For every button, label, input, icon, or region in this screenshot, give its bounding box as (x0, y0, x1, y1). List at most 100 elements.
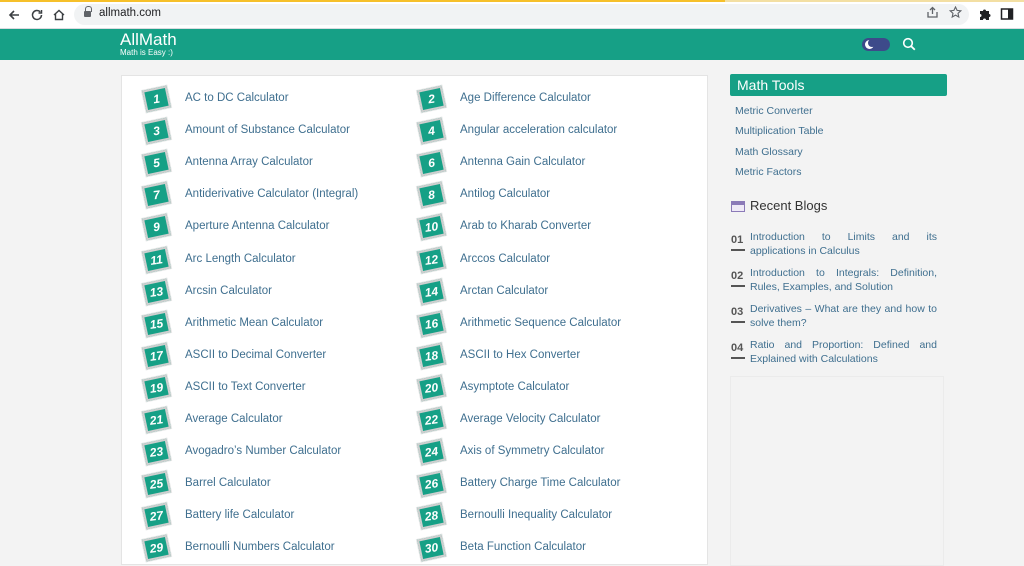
calculator-label[interactable]: Average Calculator (185, 413, 283, 425)
number-badge: 18 (416, 342, 447, 370)
calculator-label[interactable]: ASCII to Decimal Converter (185, 349, 326, 361)
calculator-link-28[interactable]: 28 Bernoulli Inequality Calculator (416, 502, 676, 530)
calculator-label[interactable]: Avogadro’s Number Calculator (185, 445, 341, 457)
blog-title-link[interactable]: Introduction to Integrals: Definition, R… (750, 266, 937, 294)
calculator-link-23[interactable]: 23 Avogadro’s Number Calculator (141, 438, 401, 466)
calculator-label[interactable]: Bernoulli Numbers Calculator (185, 541, 335, 553)
calculator-link-29[interactable]: 29 Bernoulli Numbers Calculator (141, 534, 401, 562)
calculator-label[interactable]: Arab to Kharab Converter (460, 220, 591, 232)
calculator-link-11[interactable]: 11 Arc Length Calculator (141, 246, 401, 274)
calculator-link-10[interactable]: 10 Arab to Kharab Converter (416, 213, 676, 241)
ad-placeholder (730, 376, 944, 566)
calculator-link-24[interactable]: 24 Axis of Symmetry Calculator (416, 438, 676, 466)
calculator-link-17[interactable]: 17 ASCII to Decimal Converter (141, 342, 401, 370)
calculator-link-14[interactable]: 14 Arctan Calculator (416, 278, 676, 306)
calculator-label[interactable]: Antenna Array Calculator (185, 156, 313, 168)
extensions-puzzle-icon[interactable] (978, 7, 992, 21)
number-badge: 5 (141, 149, 172, 177)
tool-link-math-glossary[interactable]: Math Glossary (735, 146, 803, 158)
search-icon[interactable] (902, 37, 916, 51)
share-icon[interactable] (926, 6, 939, 22)
blog-title-link[interactable]: Introduction to Limits and its applicati… (750, 230, 937, 258)
calculator-link-7[interactable]: 7 Antiderivative Calculator (Integral) (141, 181, 401, 209)
calculator-link-30[interactable]: 30 Beta Function Calculator (416, 534, 676, 562)
calculator-link-8[interactable]: 8 Antilog Calculator (416, 181, 676, 209)
calculator-label[interactable]: Asymptote Calculator (460, 381, 569, 393)
calculator-link-15[interactable]: 15 Arithmetic Mean Calculator (141, 310, 401, 338)
calculator-link-16[interactable]: 16 Arithmetic Sequence Calculator (416, 310, 676, 338)
blog-item[interactable]: 03 Derivatives – What are they and how t… (731, 302, 937, 332)
calculator-link-6[interactable]: 6 Antenna Gain Calculator (416, 149, 676, 177)
reload-icon[interactable] (28, 6, 46, 24)
number-badge: 24 (416, 438, 447, 466)
number-badge: 16 (416, 310, 447, 338)
calculator-link-20[interactable]: 20 Asymptote Calculator (416, 374, 676, 402)
calculator-link-13[interactable]: 13 Arcsin Calculator (141, 278, 401, 306)
home-icon[interactable] (50, 6, 68, 24)
calculator-link-26[interactable]: 26 Battery Charge Time Calculator (416, 470, 676, 498)
calculator-link-12[interactable]: 12 Arccos Calculator (416, 246, 676, 274)
calculator-label[interactable]: Beta Function Calculator (460, 541, 586, 553)
side-panel-icon[interactable] (1000, 7, 1014, 21)
calculator-link-3[interactable]: 3 Amount of Substance Calculator (141, 117, 401, 145)
number-badge: 13 (141, 278, 172, 306)
calculator-label[interactable]: Antiderivative Calculator (Integral) (185, 188, 358, 200)
blog-title-link[interactable]: Derivatives – What are they and how to s… (750, 302, 937, 330)
blog-item[interactable]: 01 Introduction to Limits and its applic… (731, 230, 937, 260)
calculator-label[interactable]: Barrel Calculator (185, 477, 271, 489)
bookmark-star-icon[interactable] (948, 5, 963, 22)
calculator-link-25[interactable]: 25 Barrel Calculator (141, 470, 401, 498)
site-logo-text[interactable]: AllMath (120, 30, 177, 49)
number-badge: 15 (141, 310, 172, 338)
calculator-link-9[interactable]: 9 Aperture Antenna Calculator (141, 213, 401, 241)
tool-link-multiplication-table[interactable]: Multiplication Table (735, 125, 824, 137)
dark-mode-toggle[interactable] (862, 38, 890, 51)
calculator-label[interactable]: Arccos Calculator (460, 253, 550, 265)
calculator-link-27[interactable]: 27 Battery life Calculator (141, 502, 401, 530)
calculator-link-21[interactable]: 21 Average Calculator (141, 406, 401, 434)
calculator-label[interactable]: Arithmetic Mean Calculator (185, 317, 323, 329)
calculator-label[interactable]: Antenna Gain Calculator (460, 156, 585, 168)
calculator-label[interactable]: Angular acceleration calculator (460, 124, 617, 136)
blog-number: 04 (731, 342, 744, 354)
calculator-link-5[interactable]: 5 Antenna Array Calculator (141, 149, 401, 177)
calculator-label[interactable]: Axis of Symmetry Calculator (460, 445, 604, 457)
number-badge: 9 (141, 213, 172, 241)
calculator-label[interactable]: Amount of Substance Calculator (185, 124, 350, 136)
moon-icon (865, 39, 876, 49)
number-badge: 8 (416, 181, 447, 209)
tool-link-metric-factors[interactable]: Metric Factors (735, 166, 802, 178)
calculator-label[interactable]: Arctan Calculator (460, 285, 548, 297)
back-arrow-icon[interactable] (5, 6, 23, 24)
calculator-label[interactable]: Bernoulli Inequality Calculator (460, 509, 612, 521)
tool-link-metric-converter[interactable]: Metric Converter (735, 105, 813, 117)
calculator-link-1[interactable]: 1 AC to DC Calculator (141, 85, 401, 113)
calculator-label[interactable]: Aperture Antenna Calculator (185, 220, 329, 232)
number-badge: 26 (416, 470, 447, 498)
address-bar[interactable]: allmath.com (74, 4, 969, 25)
calculator-link-2[interactable]: 2 Age Difference Calculator (416, 85, 676, 113)
calculator-label[interactable]: Battery life Calculator (185, 509, 294, 521)
calculator-label[interactable]: Arc Length Calculator (185, 253, 296, 265)
calculator-link-22[interactable]: 22 Average Velocity Calculator (416, 406, 676, 434)
calculator-label[interactable]: AC to DC Calculator (185, 92, 289, 104)
calculator-label[interactable]: ASCII to Hex Converter (460, 349, 580, 361)
calculator-link-19[interactable]: 19 ASCII to Text Converter (141, 374, 401, 402)
blog-title-link[interactable]: Ratio and Proportion: Defined and Explai… (750, 338, 937, 366)
calculator-label[interactable]: ASCII to Text Converter (185, 381, 306, 393)
calculator-label[interactable]: Battery Charge Time Calculator (460, 477, 620, 489)
site-tagline: Math is Easy :) (120, 48, 173, 57)
calculator-label[interactable]: Arithmetic Sequence Calculator (460, 317, 621, 329)
blog-item[interactable]: 02 Introduction to Integrals: Definition… (731, 266, 937, 296)
number-badge: 19 (141, 374, 172, 402)
number-badge: 3 (141, 117, 172, 145)
address-url: allmath.com (99, 7, 161, 19)
calculator-label[interactable]: Age Difference Calculator (460, 92, 591, 104)
number-badge: 2 (416, 85, 447, 113)
calculator-label[interactable]: Antilog Calculator (460, 188, 550, 200)
blog-item[interactable]: 04 Ratio and Proportion: Defined and Exp… (731, 338, 937, 368)
calculator-label[interactable]: Average Velocity Calculator (460, 413, 600, 425)
calculator-label[interactable]: Arcsin Calculator (185, 285, 272, 297)
calculator-link-4[interactable]: 4 Angular acceleration calculator (416, 117, 676, 145)
calculator-link-18[interactable]: 18 ASCII to Hex Converter (416, 342, 676, 370)
